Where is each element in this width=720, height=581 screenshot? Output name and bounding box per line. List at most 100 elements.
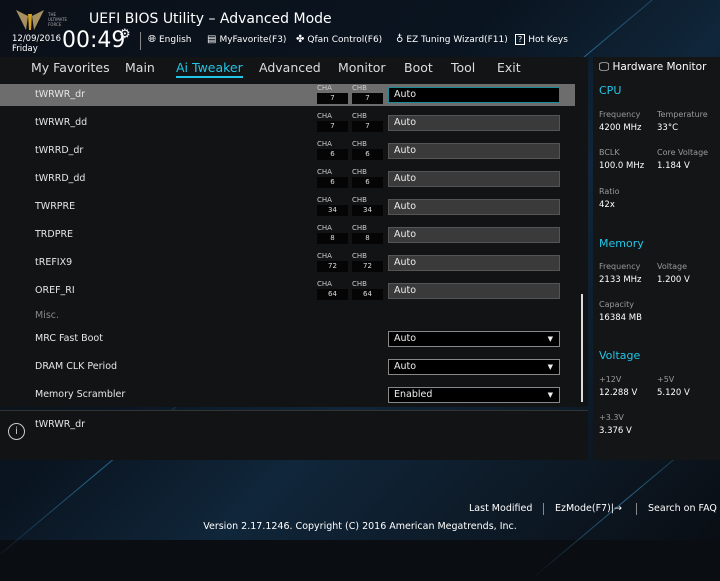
cha-label: CHA — [317, 112, 332, 120]
cha-value: 7 — [317, 93, 348, 104]
hardware-monitor: 🖵︎ Hardware Monitor CPU Frequency 4200 M… — [593, 57, 720, 460]
cha-value: 64 — [317, 289, 348, 300]
cha-readout: CHA 72 — [317, 252, 348, 272]
setting-label: tREFIX9 — [35, 257, 73, 268]
setting-row[interactable]: tWRRD_dd CHA 6 CHB 6 Auto — [0, 168, 575, 190]
day: Friday — [12, 44, 38, 54]
chb-label: CHB — [352, 140, 367, 148]
dropdown-value: Auto — [394, 333, 417, 344]
cha-value: 7 — [317, 121, 348, 132]
label: Qfan Control(F6) — [307, 34, 383, 45]
language-button[interactable]: 🌐︎ English — [148, 34, 192, 45]
tab-monitor[interactable]: Monitor — [338, 60, 386, 75]
voltage-12v: 12.288 V — [599, 388, 638, 398]
divider — [543, 503, 544, 515]
setting-row[interactable]: OREF_RI CHA 64 CHB 64 Auto — [0, 280, 575, 302]
chb-label: CHB — [352, 252, 367, 260]
label: +3.3V — [599, 413, 624, 422]
monitor-icon: 🖵︎ — [599, 61, 610, 73]
setting-row[interactable]: Memory Scrambler Enabled ▼ — [0, 384, 575, 406]
chb-readout: CHB 34 — [352, 196, 383, 216]
hot-keys-button[interactable]: ? Hot Keys — [515, 34, 568, 45]
chevron-down-icon: ▼ — [547, 335, 553, 343]
voltage-3v3: 3.376 V — [599, 426, 632, 436]
cpu-heading: CPU — [599, 84, 622, 97]
tab-ai-tweaker[interactable]: Ai Tweaker — [176, 60, 243, 78]
cha-label: CHA — [317, 280, 332, 288]
chb-label: CHB — [352, 224, 367, 232]
setting-row[interactable]: tWRWR_dr CHA 7 CHB 7 Auto — [0, 84, 575, 106]
voltage-heading: Voltage — [599, 349, 641, 362]
setting-row[interactable]: tWRRD_dr CHA 6 CHB 6 Auto — [0, 140, 575, 162]
label: Ratio — [599, 187, 620, 196]
setting-dropdown[interactable]: Auto ▼ — [388, 331, 560, 347]
chb-readout: CHB 6 — [352, 168, 383, 188]
setting-value-input[interactable]: Auto — [388, 199, 560, 215]
search-faq-button[interactable]: Search on FAQ — [648, 503, 717, 514]
setting-dropdown[interactable]: Enabled ▼ — [388, 387, 560, 403]
chb-readout: CHB 6 — [352, 140, 383, 160]
setting-value-input[interactable]: Auto — [388, 283, 560, 299]
setting-value-input[interactable]: Auto — [388, 255, 560, 271]
tab-main[interactable]: Main — [125, 60, 155, 75]
svg-text:FORCE: FORCE — [48, 22, 62, 27]
section-label-misc: Misc. — [35, 310, 60, 321]
label: Frequency — [599, 110, 641, 119]
cha-value: 6 — [317, 177, 348, 188]
setting-label: tWRRD_dr — [35, 145, 84, 156]
setting-row[interactable]: TRDPRE CHA 8 CHB 8 Auto — [0, 224, 575, 246]
chb-readout: CHB 64 — [352, 280, 383, 300]
chb-value: 7 — [352, 121, 383, 132]
chb-value: 34 — [352, 205, 383, 216]
setting-value-input[interactable]: Auto — [388, 143, 560, 159]
cha-value: 72 — [317, 261, 348, 272]
help-text: tWRWR_dr — [35, 419, 86, 430]
ez-tuning-wizard-button[interactable]: ♁ EZ Tuning Wizard(F11) — [396, 34, 508, 45]
cpu-ratio: 42x — [599, 200, 615, 210]
fan-icon: ✤ — [296, 34, 305, 45]
ezmode-button[interactable]: EzMode(F7)|→ — [555, 503, 622, 514]
tab-exit[interactable]: Exit — [497, 60, 521, 75]
setting-row[interactable]: tWRWR_dd CHA 7 CHB 7 Auto — [0, 112, 575, 134]
scrollbar[interactable] — [581, 294, 583, 402]
cha-readout: CHA 7 — [317, 112, 348, 132]
setting-value-input[interactable]: Auto — [388, 115, 560, 131]
last-modified-button[interactable]: Last Modified — [469, 503, 532, 514]
chb-readout: CHB 7 — [352, 84, 383, 104]
setting-value-input[interactable]: Auto — [388, 171, 560, 187]
label: Capacity — [599, 300, 634, 309]
setting-row[interactable]: DRAM CLK Period Auto ▼ — [0, 356, 575, 378]
setting-dropdown[interactable]: Auto ▼ — [388, 359, 560, 375]
gear-icon[interactable]: ⚙ — [119, 27, 131, 42]
label: +5V — [657, 375, 675, 384]
setting-label: tWRWR_dr — [35, 89, 86, 100]
setting-label: Memory Scrambler — [35, 389, 126, 400]
tab-advanced[interactable]: Advanced — [259, 60, 321, 75]
chb-readout: CHB 72 — [352, 252, 383, 272]
cha-value: 34 — [317, 205, 348, 216]
memory-voltage: 1.200 V — [657, 275, 690, 285]
cha-label: CHA — [317, 140, 332, 148]
chb-value: 6 — [352, 149, 383, 160]
cha-label: CHA — [317, 168, 332, 176]
setting-row[interactable]: TWRPRE CHA 34 CHB 34 Auto — [0, 196, 575, 218]
cha-readout: CHA 7 — [317, 84, 348, 104]
chevron-down-icon: ▼ — [547, 391, 553, 399]
setting-label: TRDPRE — [35, 229, 74, 240]
tab-my-favorites[interactable]: My Favorites — [31, 60, 110, 75]
tab-boot[interactable]: Boot — [404, 60, 433, 75]
chb-value: 6 — [352, 177, 383, 188]
setting-row[interactable]: tREFIX9 CHA 72 CHB 72 Auto — [0, 252, 575, 274]
cha-label: CHA — [317, 84, 332, 92]
setting-row[interactable]: MRC Fast Boot Auto ▼ — [0, 328, 575, 350]
chb-readout: CHB 7 — [352, 112, 383, 132]
date: 12/09/2016 — [12, 34, 61, 44]
setting-value-input[interactable]: Auto — [388, 227, 560, 243]
qfan-control-button[interactable]: ✤ Qfan Control(F6) — [296, 34, 382, 45]
setting-value-input[interactable]: Auto — [388, 87, 560, 103]
myfavorite-button[interactable]: ▤ MyFavorite(F3) — [207, 34, 286, 45]
tab-tool[interactable]: Tool — [451, 60, 475, 75]
hardware-monitor-title: 🖵︎ Hardware Monitor — [599, 61, 706, 74]
setting-label: tWRWR_dd — [35, 117, 88, 128]
label: EZ Tuning Wizard(F11) — [406, 34, 508, 45]
